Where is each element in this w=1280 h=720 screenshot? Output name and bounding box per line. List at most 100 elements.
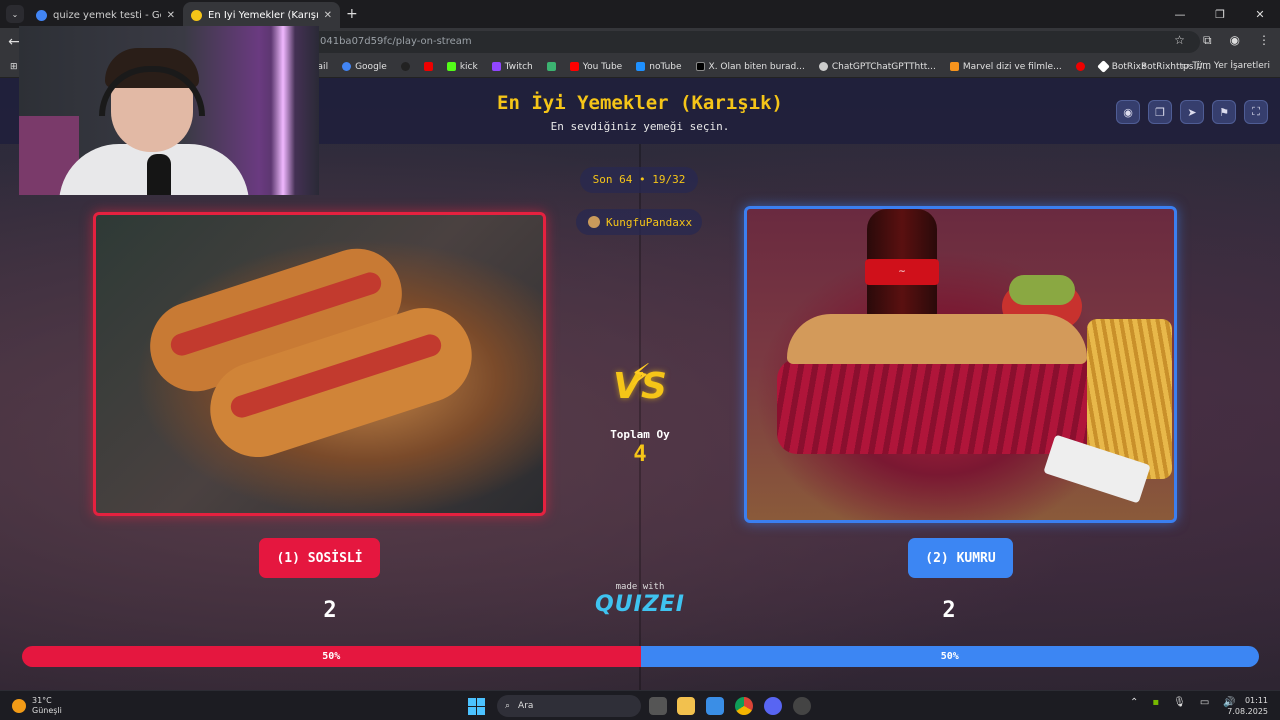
bookmark-item[interactable]: Twitch — [491, 62, 533, 72]
minimize-icon[interactable]: — — [1160, 0, 1200, 28]
food-image-part — [777, 359, 1097, 454]
dh-icon — [949, 62, 959, 71]
progress-segment-kumru: 50% — [640, 646, 1259, 667]
star-icon[interactable]: ☆ — [1174, 33, 1185, 48]
menu-icon[interactable]: ⋮ — [1258, 33, 1270, 48]
made-with-label: made with — [615, 582, 665, 592]
sun-icon — [12, 699, 26, 713]
round-indicator: Son 64 • 19/32 — [580, 167, 698, 193]
vote-progress-bar: 50% 50% — [22, 646, 1259, 667]
bookmark-item[interactable]: noTube — [636, 62, 682, 72]
folder-icon: ▭ — [1180, 61, 1190, 71]
bookmark-item[interactable]: kick — [446, 62, 478, 72]
toolbar-icons: ☆ ⧉ ◉ ⋮ — [1174, 33, 1270, 48]
youtube-icon — [569, 62, 579, 71]
close-tab-icon[interactable]: ✕ — [167, 10, 175, 21]
cola-label-image: ~ — [865, 259, 939, 285]
vote-button-kumru[interactable]: (2) KUMRU — [908, 538, 1013, 578]
app-icon[interactable] — [793, 697, 811, 715]
vote-button-sosisli[interactable]: (1) SOSİSLİ — [259, 538, 380, 578]
tab-title: quize yemek testi - Google'da A — [53, 9, 161, 21]
flag-icon[interactable]: ⚑ — [1212, 100, 1236, 124]
clock[interactable]: 01:11 7.08.2025 — [1227, 695, 1268, 717]
store-icon[interactable] — [706, 697, 724, 715]
quizei-favicon-icon — [191, 9, 202, 21]
food-image-part — [1009, 275, 1075, 305]
chrome-icon[interactable] — [735, 697, 753, 715]
tab-list-button[interactable]: ⌄ — [6, 5, 24, 23]
eye-icon[interactable]: ◉ — [1116, 100, 1140, 124]
bookmark-item[interactable]: ail — [318, 62, 329, 72]
all-bookmarks-folder[interactable]: » ▭ Tüm Yer İşaretleri — [1141, 61, 1270, 71]
network-icon[interactable]: ▭ — [1200, 697, 1209, 708]
close-tab-icon[interactable]: ✕ — [324, 10, 332, 21]
window-controls: — ❐ ✕ — [1160, 0, 1280, 28]
temperature: 31°C — [32, 696, 52, 705]
weather-widget[interactable]: 31°C Güneşli — [12, 696, 62, 716]
notube-icon — [636, 62, 646, 71]
discord-icon[interactable] — [764, 697, 782, 715]
tab-title: En İyi Yemekler (Karışık) - Quize — [208, 9, 318, 21]
task-view-icon[interactable] — [649, 697, 667, 715]
fullscreen-icon[interactable]: ⛶ — [1244, 100, 1268, 124]
option-card-kumru[interactable]: ~ — [744, 206, 1177, 523]
send-icon[interactable]: ➤ — [1180, 100, 1204, 124]
search-placeholder: Ara — [518, 701, 534, 711]
streamer-name: KungfuPandaxx — [606, 215, 693, 229]
restore-icon[interactable]: ❐ — [1200, 0, 1240, 28]
file-explorer-icon[interactable] — [677, 697, 695, 715]
date: 7.08.2025 — [1227, 707, 1268, 716]
vote-count-kumru: 2 — [942, 598, 956, 623]
system-tray: ⌃ ▪ 🎙 ▭ 🔊 — [1130, 697, 1236, 708]
chevron-up-icon[interactable]: ⌃ — [1130, 697, 1138, 708]
bookmark-item[interactable]: Google — [342, 62, 387, 72]
nvidia-icon[interactable]: ▪ — [1152, 697, 1159, 708]
profile-icon[interactable]: ◉ — [1230, 33, 1240, 48]
bookmark-item[interactable] — [423, 62, 433, 71]
tab-google-search[interactable]: quize yemek testi - Google'da A ✕ — [28, 2, 183, 28]
webcam-overlay — [19, 26, 319, 195]
bookmark-item[interactable]: X. Olan biten burad... — [695, 62, 805, 72]
taskbar-search[interactable]: ⌕ Ara — [497, 695, 641, 717]
quizei-logo[interactable]: QUIZEI — [590, 592, 690, 617]
search-icon: ⌕ — [505, 701, 511, 711]
option-card-sosisli[interactable] — [93, 212, 546, 516]
header-actions: ◉ ❐ ➤ ⚑ ⛶ — [1116, 100, 1268, 124]
progress-segment-sosisli: 50% — [22, 646, 641, 667]
weather-condition: Güneşli — [32, 706, 62, 715]
bookmark-item[interactable] — [546, 62, 556, 71]
avatar — [588, 216, 600, 228]
kick-icon — [446, 62, 456, 71]
address-input[interactable]: 041ba07d59fc/play-on-stream — [300, 31, 1200, 53]
total-votes-label: Toplam Oy — [610, 428, 670, 441]
bookmark-item[interactable] — [1075, 62, 1085, 71]
bookmark-item[interactable]: Marvel dizi ve filmle... — [949, 62, 1062, 72]
botrix-icon — [1096, 60, 1110, 73]
chatgpt-icon — [818, 62, 828, 71]
tab-quizei[interactable]: En İyi Yemekler (Karışık) - Quize ✕ — [183, 2, 340, 28]
lightning-icon: ⚡ — [630, 358, 652, 393]
copy-icon[interactable]: ❐ — [1148, 100, 1172, 124]
neon-light-image — [271, 26, 295, 195]
close-window-icon[interactable]: ✕ — [1240, 0, 1280, 28]
globe-icon — [400, 62, 410, 71]
extensions-icon[interactable]: ⧉ — [1203, 33, 1212, 48]
bookmark-item[interactable]: You Tube — [569, 62, 622, 72]
time: 01:11 — [1244, 696, 1268, 705]
browser-tab-bar: ⌄ quize yemek testi - Google'da A ✕ En İ… — [0, 0, 1280, 28]
new-tab-button[interactable]: + — [346, 6, 358, 22]
bookmark-item[interactable]: ChatGPTChatGPTThtt... — [818, 62, 936, 72]
bookmark-item[interactable] — [400, 62, 410, 71]
bookmark-icon — [546, 62, 556, 71]
microphone-image — [147, 154, 171, 195]
start-button[interactable] — [468, 698, 485, 715]
apps-icon[interactable]: ⊞ — [10, 62, 18, 72]
x-icon — [695, 62, 705, 71]
twitch-icon — [491, 62, 501, 71]
total-votes-value: 4 — [633, 442, 647, 467]
vote-count-sosisli: 2 — [323, 598, 337, 623]
food-image-part — [787, 314, 1087, 364]
microphone-icon[interactable]: 🎙 — [1173, 697, 1186, 708]
google-icon — [36, 9, 47, 21]
streamer-badge: KungfuPandaxx — [576, 209, 702, 235]
